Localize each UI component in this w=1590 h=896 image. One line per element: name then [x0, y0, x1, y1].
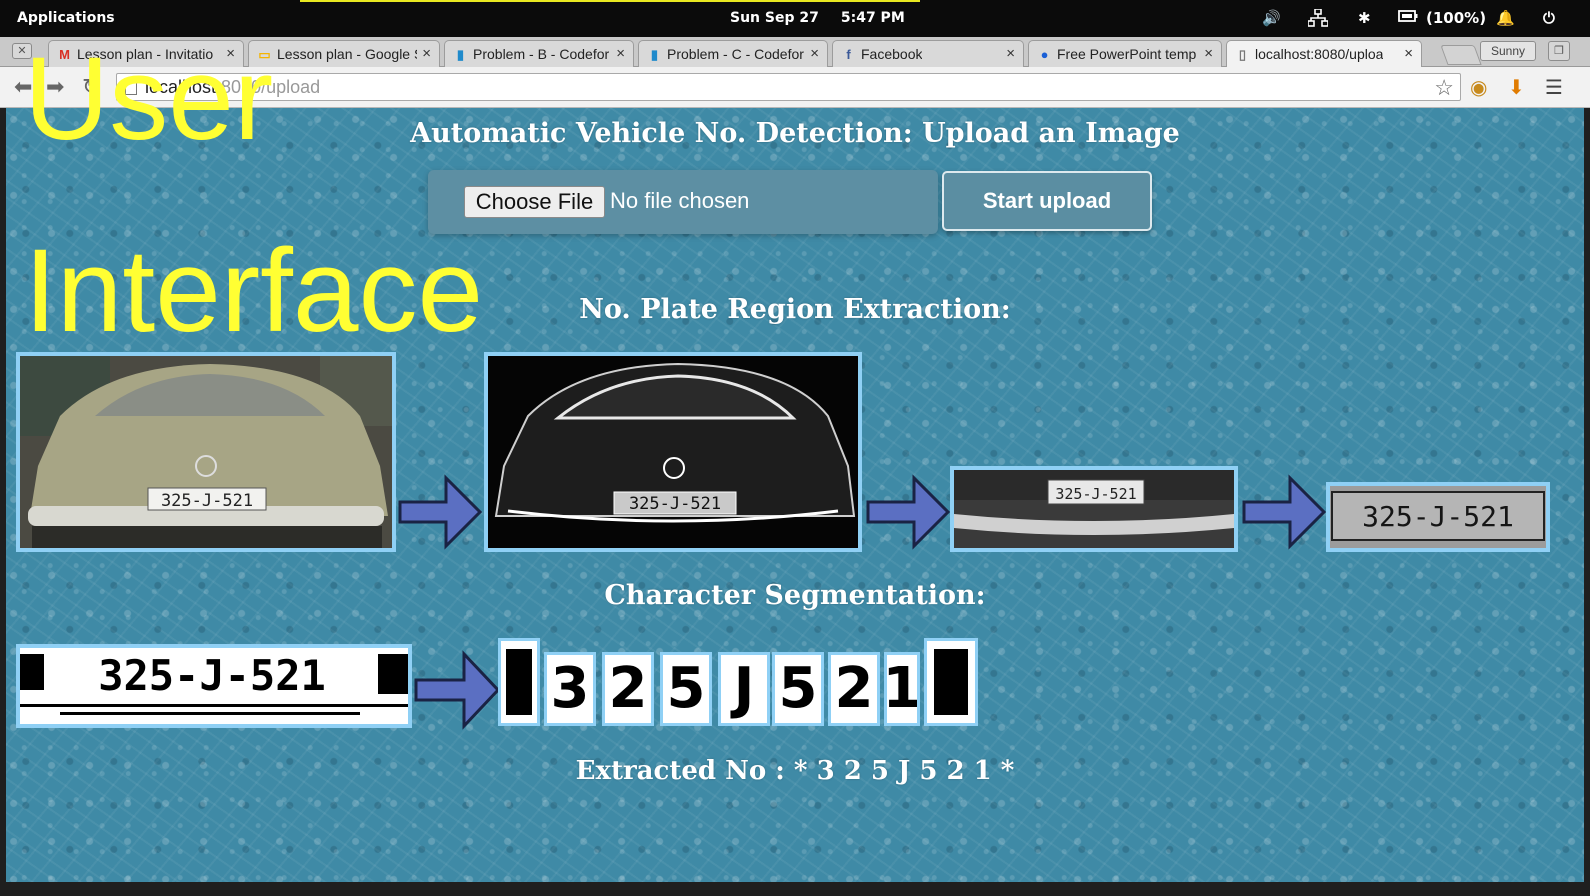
choose-file-button[interactable]: Choose File: [464, 186, 605, 218]
browser-tab[interactable]: f Facebook ×: [832, 40, 1024, 67]
battery-icon[interactable]: [1398, 9, 1418, 27]
binarized-plate-text: 325-J-521: [98, 651, 326, 700]
segmented-character: 5: [660, 652, 712, 726]
system-top-bar: Applications Sun Sep 27 5:47 PM 🔊 ✱ (100%…: [0, 0, 1590, 37]
segmented-character: 2: [828, 652, 880, 726]
arrow-right-icon: [414, 650, 500, 730]
page-icon: ▯: [1238, 47, 1247, 62]
tab-title: Problem - C - Codefor: [667, 46, 804, 62]
segmented-character: 3: [544, 652, 596, 726]
extension-cookie-icon[interactable]: ◉: [1470, 75, 1487, 99]
segmented-character-glyph: 1: [884, 656, 920, 721]
network-icon[interactable]: [1307, 8, 1329, 31]
plate-region-text: 325-J-521: [1055, 485, 1136, 503]
close-tab-icon[interactable]: ×: [1204, 45, 1213, 62]
arrow-right-icon: [1242, 474, 1326, 550]
segmented-character-glyph: 5: [666, 656, 706, 721]
close-tab-icon[interactable]: ×: [1006, 45, 1015, 62]
noise-block-fill: [934, 649, 968, 715]
close-tab-icon[interactable]: ×: [616, 45, 625, 62]
browser-tab[interactable]: ▯ localhost:8080/uploa ×: [1226, 40, 1422, 68]
original-car-drawing: 325-J-521: [20, 356, 392, 548]
plate-crop-drawing: 325-J-521: [1330, 486, 1546, 548]
tab-title: Lesson plan - Google S: [277, 46, 417, 62]
plate-crop-text: 325-J-521: [1362, 500, 1514, 533]
arrow-right-icon: [398, 474, 482, 550]
noise-block-fill: [506, 649, 532, 715]
overlay-title-line-2: Interface: [24, 225, 484, 357]
profile-button[interactable]: Sunny: [1480, 41, 1536, 61]
start-upload-button[interactable]: Start upload: [942, 171, 1152, 231]
extracted-number-text: Extracted No : * 3 2 5 J 5 2 1 *: [575, 756, 1015, 786]
battery-icon-glyph: [1398, 10, 1418, 22]
binarized-plate-image: 325-J-521: [16, 644, 412, 728]
segmented-noise-block: [924, 638, 978, 726]
arrow-right-icon: [866, 474, 950, 550]
volume-icon[interactable]: 🔊: [1262, 9, 1281, 27]
battery-level: (100%): [1426, 9, 1487, 27]
segmented-character-glyph: J: [733, 656, 755, 721]
segmented-character-glyph: 3: [550, 656, 590, 721]
menu-icon[interactable]: ☰: [1545, 75, 1563, 99]
segmented-character: 5: [772, 652, 824, 726]
restore-window-icon[interactable]: ❐: [1548, 41, 1570, 61]
download-icon[interactable]: ⬇: [1508, 75, 1525, 99]
bookmark-star-icon[interactable]: ☆: [1434, 75, 1454, 101]
segmented-noise-block: [498, 638, 540, 726]
browser-tab[interactable]: ▮ Problem - C - Codefor ×: [638, 40, 828, 67]
segmented-character-glyph: 5: [778, 656, 818, 721]
tab-title: Free PowerPoint temp: [1057, 46, 1197, 62]
segmented-character: 2: [602, 652, 654, 726]
segmented-character-glyph: 2: [608, 656, 648, 721]
file-input-bar: Choose File No file chosen: [428, 170, 938, 234]
segmented-character-glyph: 2: [834, 656, 874, 721]
plate-crop-image: 325-J-521: [1326, 482, 1550, 552]
notification-bell-icon[interactable]: 🔔: [1496, 9, 1515, 27]
original-car-image: 325-J-521: [16, 352, 396, 552]
address-bar[interactable]: localhost:8080/upload ☆: [116, 73, 1461, 101]
system-time: 5:47 PM: [840, 10, 905, 26]
powerpoint-site-icon: ●: [1040, 47, 1049, 62]
facebook-icon: f: [846, 47, 851, 62]
segmented-character: 1: [884, 652, 920, 726]
plate-region-crop-image: 325-J-521: [950, 466, 1238, 552]
plate-region-drawing: 325-J-521: [954, 470, 1234, 548]
codeforces-icon: ▮: [650, 47, 659, 62]
accent-line: [300, 0, 920, 2]
system-clock[interactable]: Sun Sep 27 5:47 PM: [730, 10, 927, 26]
browser-tab[interactable]: ▭ Lesson plan - Google S ×: [248, 40, 440, 67]
browser-tab[interactable]: ● Free PowerPoint temp ×: [1028, 40, 1222, 67]
overlay-title-line-1: User: [24, 33, 274, 165]
character-segmentation-heading: Character Segmentation:: [604, 580, 986, 611]
power-icon[interactable]: ⏻: [1543, 9, 1555, 27]
close-tab-icon[interactable]: ×: [810, 45, 819, 62]
binarized-car-image: 325-J-521: [484, 352, 862, 552]
tab-title: Problem - B - Codefor: [473, 46, 610, 62]
binarized-plate-drawing: 325-J-521: [20, 648, 408, 724]
file-status-text: No file chosen: [610, 188, 750, 213]
new-tab-button[interactable]: [1440, 45, 1482, 65]
segmented-character: J: [718, 652, 770, 726]
close-tab-icon[interactable]: ×: [1404, 45, 1413, 62]
browser-tab[interactable]: ▮ Problem - B - Codefor ×: [444, 40, 634, 67]
binarized-plate-text: 325-J-521: [629, 494, 721, 514]
tab-title: Facebook: [861, 46, 923, 62]
binarized-car-drawing: 325-J-521: [488, 356, 858, 548]
close-tab-icon[interactable]: ×: [422, 45, 431, 62]
applications-menu[interactable]: Applications: [17, 10, 115, 26]
bluetooth-icon[interactable]: ✱: [1358, 9, 1371, 27]
network-icon-glyph: [1307, 8, 1329, 27]
original-plate-text: 325-J-521: [161, 491, 253, 511]
tab-title: localhost:8080/uploa: [1255, 46, 1384, 62]
codeforces-icon: ▮: [456, 47, 465, 62]
system-date: Sun Sep 27: [730, 10, 819, 26]
